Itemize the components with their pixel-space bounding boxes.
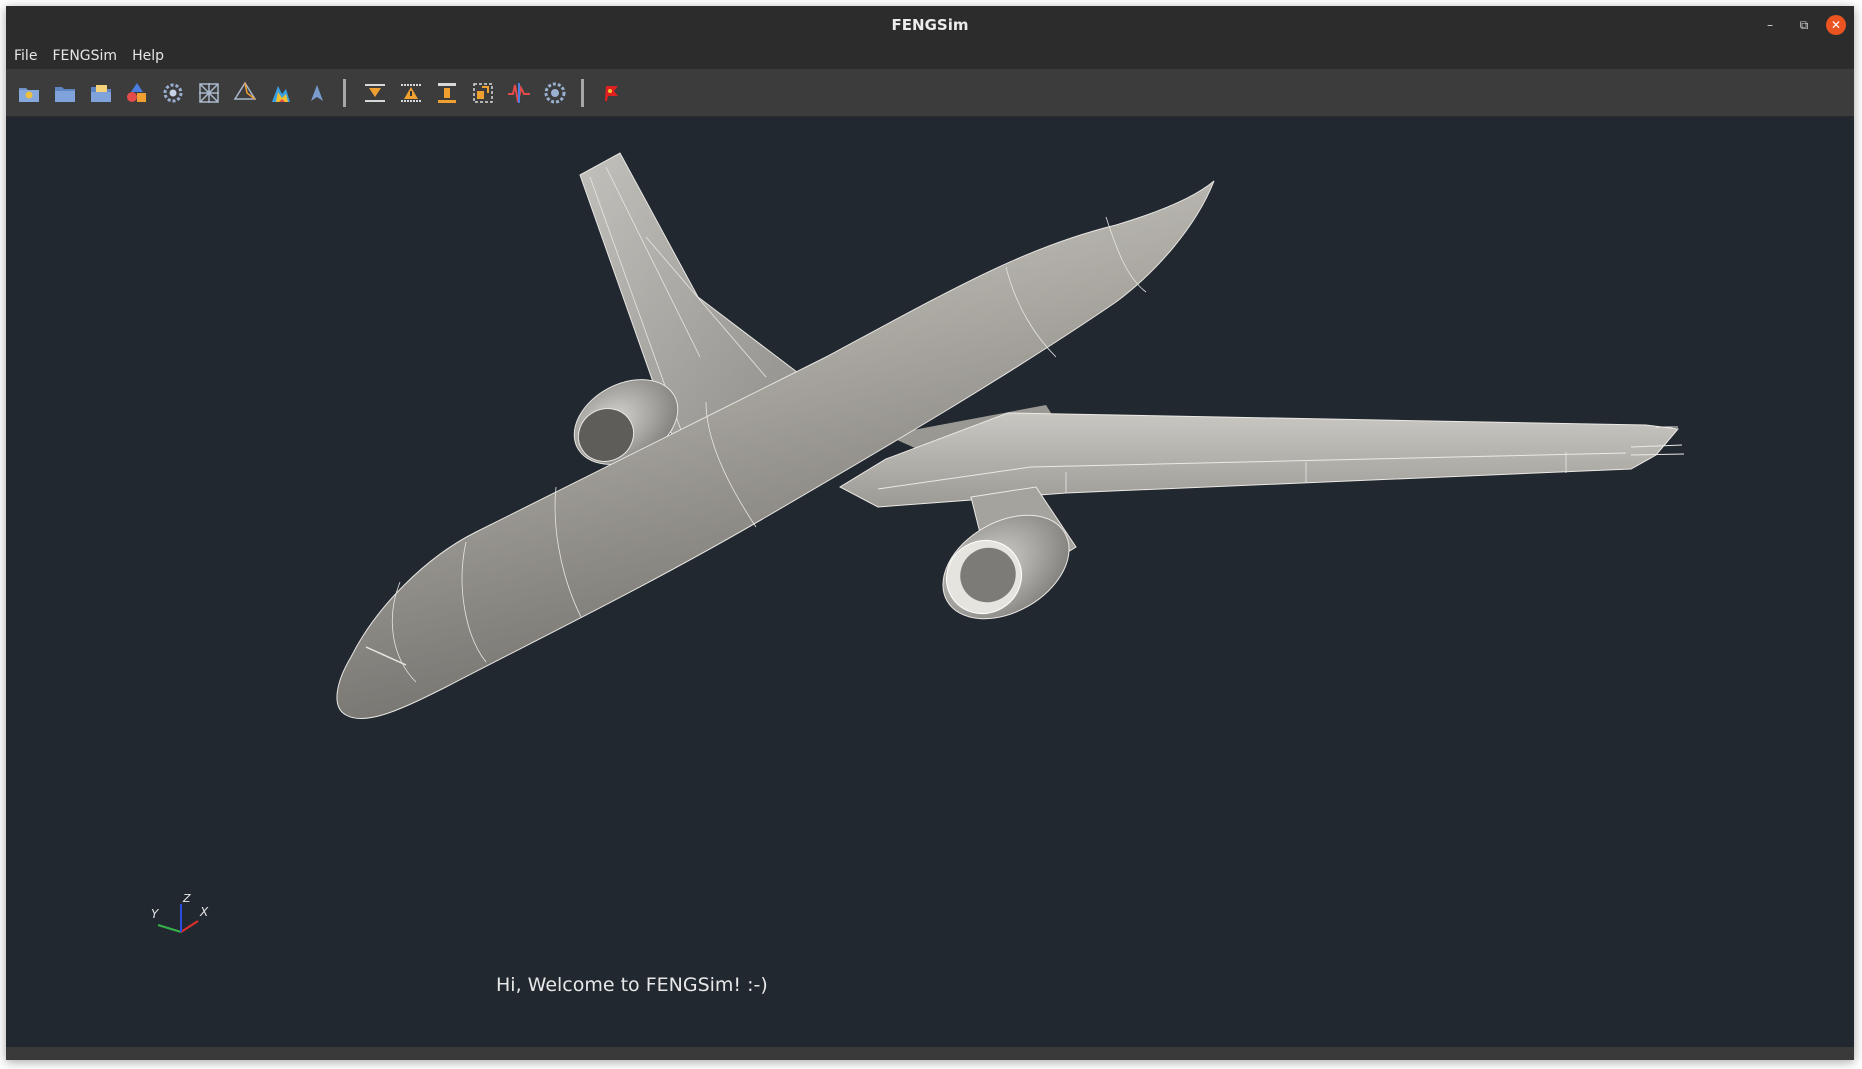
minimize-button[interactable]: – [1760,15,1780,35]
colormap-icon [272,86,290,102]
arrow-marker-button[interactable] [302,78,332,108]
cad-gear-icon [163,83,183,103]
atom-gear-icon [544,82,566,104]
app-window: FENGSim – ⧉ ✕ File FENGSim Help Y X Z Hi… [6,6,1854,1060]
x-axis-label: X [199,905,209,919]
maximize-button[interactable]: ⧉ [1794,15,1814,35]
close-button[interactable]: ✕ [1826,15,1846,35]
layer-stack-icon [438,83,456,103]
tetrahedron-button[interactable] [230,78,260,108]
mesh-icon [199,83,219,103]
transform-icon [473,83,493,103]
welcome-message: Hi, Welcome to FENGSim! :-) [496,974,768,996]
arrow-marker-icon [311,85,323,101]
toolbar [6,69,1854,117]
transform-button[interactable] [468,78,498,108]
layer-warning-button[interactable] [396,78,426,108]
open-file-icon [91,85,111,102]
geometry-button[interactable] [122,78,152,108]
3d-viewport[interactable]: Y X Z Hi, Welcome to FENGSim! :-) [6,117,1854,1047]
layer-filter-icon [365,84,385,102]
open-folder-button[interactable] [50,78,80,108]
flag-icon [605,86,618,101]
layer-filter-button[interactable] [360,78,390,108]
open-file-button[interactable] [86,78,116,108]
flag-button[interactable] [596,78,626,108]
window-title: FENGSim [891,15,969,34]
menu-help[interactable]: Help [132,48,164,64]
axes-orientation-widget: Y X Z [151,892,209,933]
waveform-button[interactable] [504,78,534,108]
toolbar-separator [581,79,584,107]
colormap-button[interactable] [266,78,296,108]
x-axis-line [180,920,199,933]
geometry-shapes-icon [127,83,146,102]
menu-bar: File FENGSim Help [6,43,1854,69]
z-axis-label: Z [182,892,191,905]
new-project-button[interactable] [14,78,44,108]
menu-fengsim[interactable]: FENGSim [52,48,117,64]
layer-stack-button[interactable] [432,78,462,108]
mesh-button[interactable] [194,78,224,108]
atom-gear-button[interactable] [540,78,570,108]
airplane-model [336,152,1685,720]
new-project-icon [19,88,39,102]
cad-button[interactable] [158,78,188,108]
status-bar [6,1047,1854,1060]
menu-file[interactable]: File [14,48,37,64]
waveform-icon [508,83,530,103]
layer-warning-icon [401,84,421,102]
title-bar[interactable]: FENGSim – ⧉ ✕ [6,6,1854,43]
y-axis-line [157,924,182,933]
tetrahedron-icon [233,81,257,100]
toolbar-separator [343,79,346,107]
open-folder-icon [55,87,75,102]
y-axis-label: Y [151,907,160,921]
